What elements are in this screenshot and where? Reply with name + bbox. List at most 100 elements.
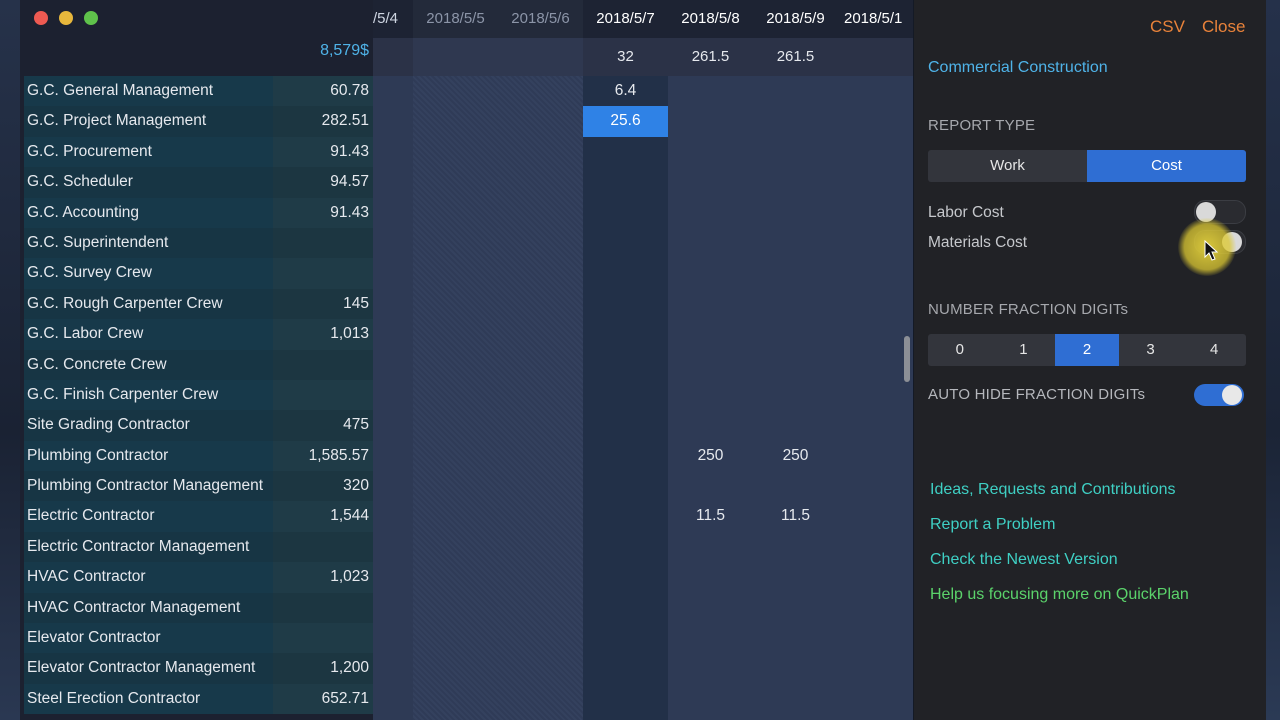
grid-cell[interactable] — [668, 653, 753, 683]
grid-cell[interactable] — [413, 137, 498, 167]
grid-cell[interactable] — [373, 532, 413, 562]
grid-cell[interactable] — [838, 593, 913, 623]
grid-cell[interactable] — [373, 380, 413, 410]
grid-cell[interactable] — [413, 562, 498, 592]
grid-cell[interactable] — [498, 350, 583, 380]
grid-cell[interactable] — [838, 501, 913, 531]
fraction-digits-option-4[interactable]: 4 — [1182, 334, 1246, 366]
grid-cell[interactable] — [373, 441, 413, 471]
grid-cell[interactable]: 250 — [668, 441, 753, 471]
grid-cell[interactable] — [498, 167, 583, 197]
grid-cell[interactable] — [838, 76, 913, 106]
resource-name[interactable]: G.C. Superintendent — [24, 227, 273, 259]
grid-cell[interactable] — [838, 167, 913, 197]
resource-name[interactable]: Electric Contractor — [24, 501, 273, 532]
grid-cell[interactable] — [373, 198, 413, 228]
grid-cell[interactable] — [413, 350, 498, 380]
grid-cell[interactable] — [838, 532, 913, 562]
grid-cell[interactable] — [373, 228, 413, 258]
grid-cell[interactable] — [583, 137, 668, 167]
grid-cell[interactable] — [413, 501, 498, 531]
resource-name[interactable]: G.C. Project Management — [24, 106, 273, 137]
grid-cell[interactable] — [498, 289, 583, 319]
grid-cell[interactable] — [838, 319, 913, 349]
grid-cell[interactable] — [583, 167, 668, 197]
grid-cell[interactable] — [668, 228, 753, 258]
grid-cell[interactable] — [413, 258, 498, 288]
grid-cell[interactable] — [413, 471, 498, 501]
resource-name[interactable]: Plumbing Contractor — [24, 440, 273, 472]
grid-cell[interactable] — [413, 410, 498, 440]
fraction-digits-option-1[interactable]: 1 — [992, 334, 1056, 366]
grid-cell[interactable] — [753, 319, 838, 349]
grid-cell[interactable] — [498, 76, 583, 106]
grid-cell[interactable] — [668, 562, 753, 592]
grid-cell[interactable] — [583, 198, 668, 228]
grid-cell[interactable] — [373, 350, 413, 380]
grid-cell[interactable] — [753, 258, 838, 288]
resource-name[interactable]: G.C. Survey Crew — [24, 258, 273, 289]
report-type-option-work[interactable]: Work — [928, 150, 1087, 182]
grid-cell[interactable] — [753, 106, 838, 136]
grid-cell[interactable] — [498, 532, 583, 562]
resource-name[interactable]: G.C. General Management — [24, 76, 273, 107]
grid-cell[interactable] — [373, 562, 413, 592]
grid-cell[interactable] — [498, 562, 583, 592]
resource-name[interactable]: G.C. Labor Crew — [24, 319, 273, 350]
grid-cell[interactable] — [838, 653, 913, 683]
grid-cell[interactable] — [583, 410, 668, 440]
grid-cell[interactable] — [753, 228, 838, 258]
grid-cell[interactable] — [373, 684, 413, 714]
grid-cell[interactable] — [373, 471, 413, 501]
grid-cell[interactable] — [583, 471, 668, 501]
grid-cell[interactable] — [373, 289, 413, 319]
grid-cell[interactable] — [838, 198, 913, 228]
grid-cell[interactable] — [498, 380, 583, 410]
grid-cell[interactable] — [668, 289, 753, 319]
grid-cell[interactable] — [498, 137, 583, 167]
resource-name[interactable]: Site Grading Contractor — [24, 410, 273, 441]
grid-cell[interactable] — [583, 532, 668, 562]
grid-cell[interactable] — [498, 410, 583, 440]
grid-cell[interactable] — [373, 593, 413, 623]
grid-cell[interactable] — [583, 623, 668, 653]
grid-cell[interactable] — [498, 319, 583, 349]
help-link[interactable]: Help us focusing more on QuickPlan — [930, 586, 1189, 604]
resource-name[interactable]: G.C. Finish Carpenter Crew — [24, 379, 273, 411]
grid-cell[interactable]: 250 — [753, 441, 838, 471]
grid-cell[interactable] — [583, 319, 668, 349]
grid-cell[interactable] — [498, 501, 583, 531]
grid-cell[interactable] — [838, 441, 913, 471]
grid-cell[interactable] — [753, 471, 838, 501]
grid-cell[interactable] — [668, 684, 753, 714]
resource-name[interactable]: G.C. Accounting — [24, 197, 273, 228]
grid-cell[interactable]: 6.4 — [583, 76, 668, 106]
grid-cell[interactable] — [838, 562, 913, 592]
grid-cell[interactable] — [583, 228, 668, 258]
grid-cell[interactable] — [498, 106, 583, 136]
grid-cell[interactable] — [373, 106, 413, 136]
grid-cell[interactable] — [838, 684, 913, 714]
grid-cell[interactable] — [583, 653, 668, 683]
grid-cell[interactable] — [753, 623, 838, 653]
grid-cell[interactable] — [753, 593, 838, 623]
grid-cell[interactable] — [668, 350, 753, 380]
grid-cell[interactable] — [498, 441, 583, 471]
grid-cell[interactable] — [668, 410, 753, 440]
grid-cell[interactable] — [498, 593, 583, 623]
grid-cell[interactable] — [413, 198, 498, 228]
grid-cell[interactable] — [753, 653, 838, 683]
grid-cell[interactable] — [413, 319, 498, 349]
grid-cell[interactable] — [668, 380, 753, 410]
grid-cell[interactable] — [668, 258, 753, 288]
grid-cell[interactable] — [753, 532, 838, 562]
grid-cell[interactable] — [498, 684, 583, 714]
grid-cell[interactable] — [498, 228, 583, 258]
ideas-link[interactable]: Ideas, Requests and Contributions — [930, 481, 1175, 499]
newest-version-link[interactable]: Check the Newest Version — [930, 551, 1118, 569]
grid-cell[interactable] — [413, 532, 498, 562]
resource-name[interactable]: Elevator Contractor Management — [24, 653, 273, 684]
grid-cell[interactable] — [498, 258, 583, 288]
grid-cell[interactable] — [753, 410, 838, 440]
grid-cell[interactable] — [373, 167, 413, 197]
